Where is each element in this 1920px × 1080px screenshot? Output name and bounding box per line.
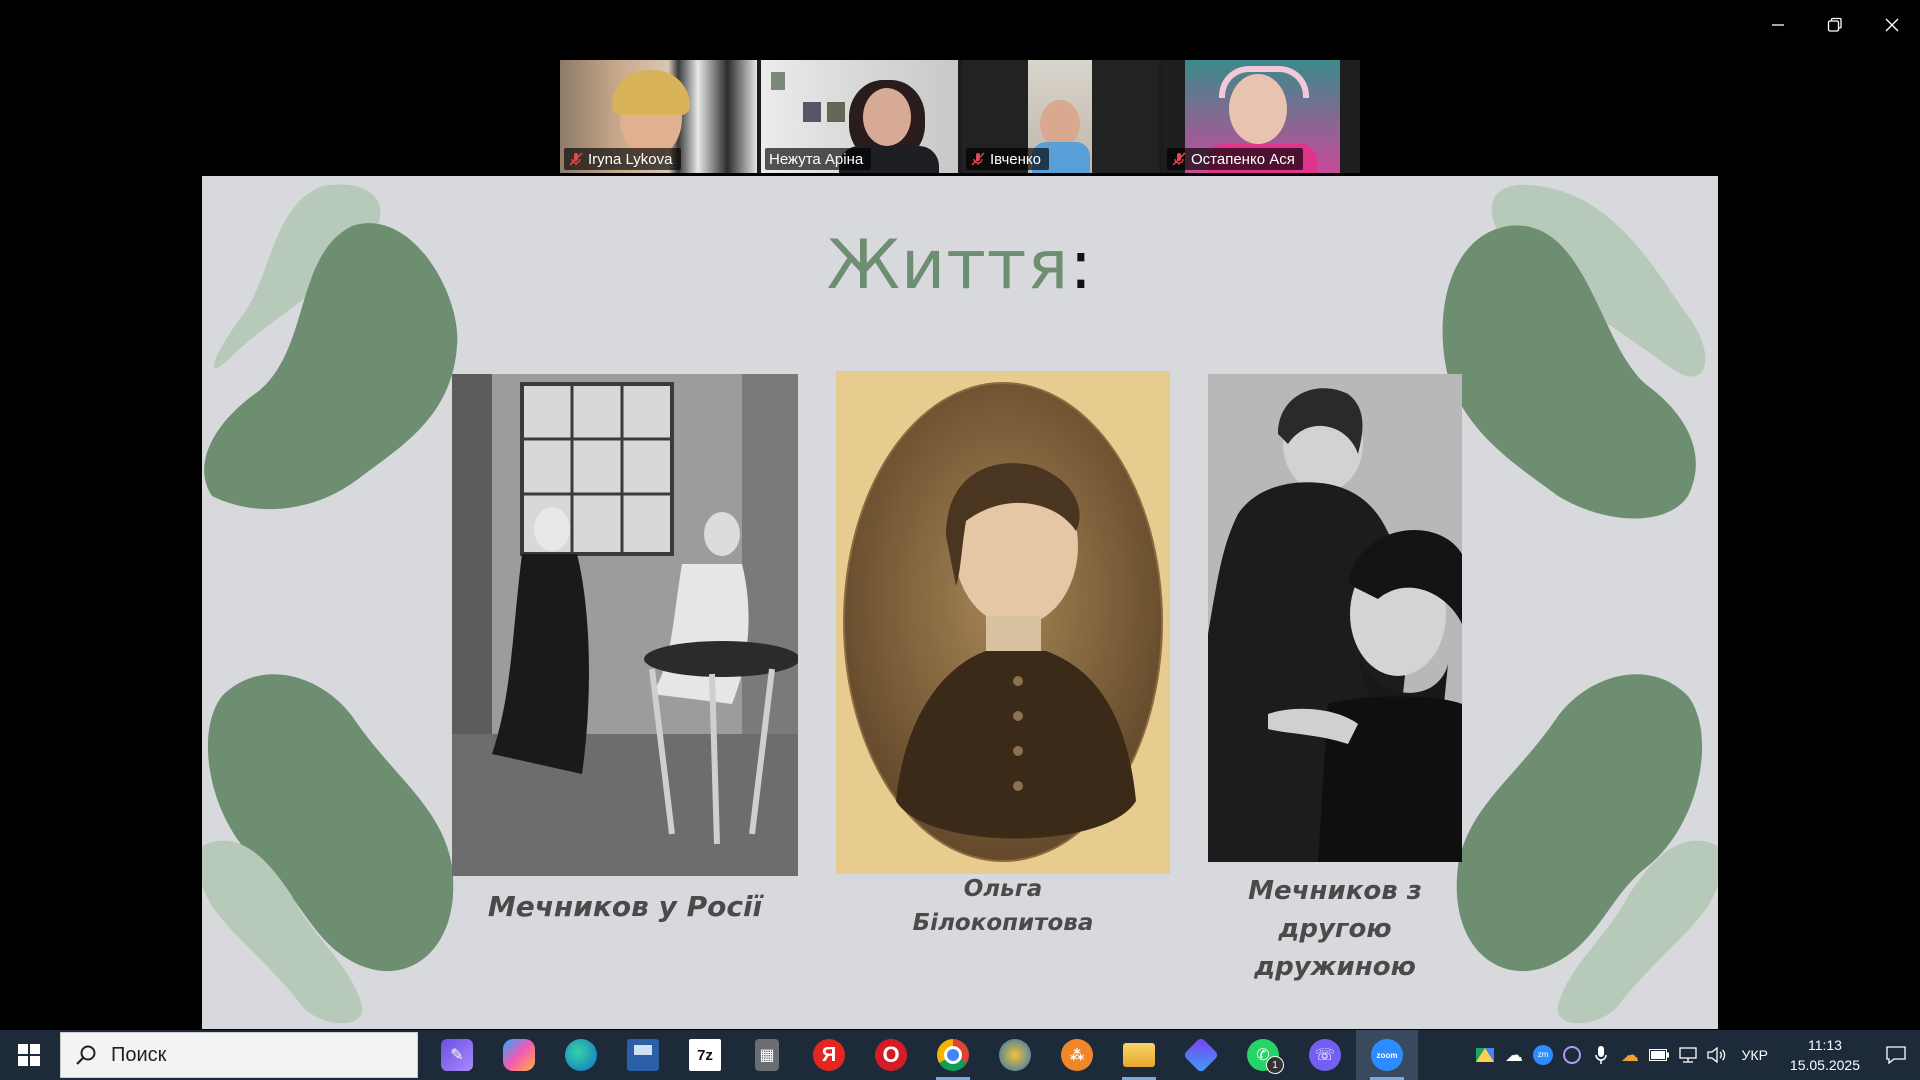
caption-photo-2: Ольга Білокопитова: [912, 876, 1094, 936]
taskbar-search-box[interactable]: Поиск: [60, 1032, 418, 1078]
shared-slide: Життя: Мечников у Росії Ольга Білокопито…: [202, 176, 1718, 1029]
opera-icon: O: [875, 1039, 907, 1071]
windows-logo-icon: [18, 1044, 40, 1066]
volume-icon: [1707, 1047, 1726, 1063]
system-tray: ☁ zm ☁ УКР 11:13 15.05.2025: [1471, 1030, 1920, 1080]
network-app-icon: ⁂: [1061, 1039, 1093, 1071]
taskbar-app-browser[interactable]: [984, 1030, 1046, 1080]
start-button[interactable]: [0, 1030, 58, 1080]
calculator-icon: ▦: [755, 1039, 779, 1071]
viber-icon: ☏: [1309, 1039, 1341, 1071]
taskbar-app-7zip[interactable]: 7z: [674, 1030, 736, 1080]
clock-time: 11:13: [1807, 1037, 1842, 1053]
participant-name: Остапенко Ася: [1191, 150, 1295, 168]
participant-name-tag: Iryna Lykova: [564, 148, 681, 170]
chrome-icon: [937, 1039, 969, 1071]
edge-icon: [565, 1039, 597, 1071]
cloud-icon: ☁: [1505, 1044, 1524, 1065]
taskbar-app-chrome[interactable]: [922, 1030, 984, 1080]
cube-app-icon: [1182, 1036, 1220, 1074]
clock[interactable]: 11:13 15.05.2025: [1778, 1035, 1872, 1075]
notification-badge: 1: [1266, 1056, 1284, 1074]
minimize-button[interactable]: [1749, 0, 1806, 50]
battery-icon: [1649, 1049, 1670, 1061]
taskbar-app-opera[interactable]: O: [860, 1030, 922, 1080]
participant-tile[interactable]: Остапенко Ася: [1163, 60, 1360, 173]
taskbar-app-copilot[interactable]: [488, 1030, 550, 1080]
tray-viber[interactable]: [1558, 1030, 1587, 1080]
window-controls: [1749, 0, 1920, 50]
input-language[interactable]: УКР: [1732, 1047, 1778, 1063]
muted-mic-icon: [971, 152, 985, 166]
taskbar-app-viber[interactable]: ☏: [1294, 1030, 1356, 1080]
participant-strip: Iryna Lykova Нежута Аріна Івченко Остапе…: [560, 60, 1360, 173]
taskbar: Поиск ✎ 7z ▦ Я O ⁂ ✆ 1 ☏ zoom ☁ zm ☁ УКР…: [0, 1030, 1920, 1080]
tray-onedrive[interactable]: ☁: [1616, 1030, 1645, 1080]
participant-name: Івченко: [990, 150, 1041, 168]
taskbar-app-yandex[interactable]: Я: [798, 1030, 860, 1080]
slide-title-text: Життя: [826, 226, 1070, 305]
taskbar-app-pen[interactable]: ✎: [426, 1030, 488, 1080]
google-drive-icon: [1476, 1048, 1495, 1062]
pen-app-icon: ✎: [441, 1039, 473, 1071]
7zip-icon: 7z: [689, 1039, 721, 1071]
taskbar-apps: ✎ 7z ▦ Я O ⁂ ✆ 1 ☏ zoom: [426, 1030, 1418, 1080]
taskbar-app-zoom[interactable]: zoom: [1356, 1030, 1418, 1080]
restore-button[interactable]: [1806, 0, 1863, 50]
participant-tile-active-speaker[interactable]: Нежута Аріна: [761, 60, 958, 173]
viber-tray-icon: [1563, 1046, 1582, 1064]
taskbar-app-cube[interactable]: [1170, 1030, 1232, 1080]
photo-mechnikov-in-russia: [452, 374, 798, 876]
tray-network[interactable]: [1674, 1030, 1703, 1080]
floppy-icon: [627, 1039, 659, 1071]
slide-title-suffix: :: [1069, 226, 1094, 305]
network-icon: [1679, 1047, 1697, 1063]
copilot-icon: [503, 1039, 535, 1071]
notification-center-button[interactable]: [1872, 1030, 1920, 1080]
caption-photo-3: Мечников з другою дружиною: [1248, 876, 1422, 982]
photo-olga-bilokopytova: [836, 371, 1170, 874]
muted-mic-icon: [569, 152, 583, 166]
taskbar-app-whatsapp[interactable]: ✆ 1: [1232, 1030, 1294, 1080]
caption-photo-1: Мечников у Росії: [487, 890, 763, 923]
participant-name-tag: Остапенко Ася: [1167, 148, 1303, 170]
folder-icon: [1123, 1043, 1155, 1067]
taskbar-app-save[interactable]: [612, 1030, 674, 1080]
clock-date: 15.05.2025: [1789, 1057, 1860, 1073]
round-browser-icon: [999, 1039, 1031, 1071]
onedrive-icon: ☁: [1621, 1044, 1640, 1065]
taskbar-app-file-explorer[interactable]: [1108, 1030, 1170, 1080]
participant-name: Нежута Аріна: [769, 150, 864, 168]
search-placeholder: Поиск: [111, 1043, 167, 1066]
yandex-icon: Я: [813, 1039, 845, 1071]
restore-icon: [1827, 17, 1842, 32]
tray-microphone[interactable]: [1587, 1030, 1616, 1080]
muted-mic-icon: [1172, 152, 1186, 166]
taskbar-app-calculator[interactable]: ▦: [736, 1030, 798, 1080]
participant-tile[interactable]: Iryna Lykova: [560, 60, 757, 173]
participant-name-tag: Івченко: [966, 148, 1049, 170]
participant-tile[interactable]: Івченко: [962, 60, 1159, 173]
zoom-icon: zoom: [1371, 1039, 1403, 1071]
participant-name: Iryna Lykova: [588, 150, 673, 168]
tray-cloud[interactable]: ☁: [1500, 1030, 1529, 1080]
photo-mechnikov-with-second-wife: [1208, 374, 1462, 862]
slide-title: Життя:: [202, 226, 1718, 305]
close-icon: [1885, 18, 1898, 32]
zoom-tray-icon: zm: [1533, 1045, 1554, 1065]
tray-volume[interactable]: [1703, 1030, 1732, 1080]
close-button[interactable]: [1863, 0, 1920, 50]
taskbar-app-network[interactable]: ⁂: [1046, 1030, 1108, 1080]
notification-icon: [1886, 1046, 1906, 1064]
search-icon: [76, 1045, 96, 1065]
participant-name-tag: Нежута Аріна: [765, 148, 872, 170]
minimize-icon: [1771, 24, 1784, 26]
tray-zoom[interactable]: zm: [1529, 1030, 1558, 1080]
microphone-icon: [1595, 1046, 1607, 1064]
taskbar-app-edge[interactable]: [550, 1030, 612, 1080]
tray-google-drive[interactable]: [1471, 1030, 1500, 1080]
tray-battery[interactable]: [1645, 1030, 1674, 1080]
